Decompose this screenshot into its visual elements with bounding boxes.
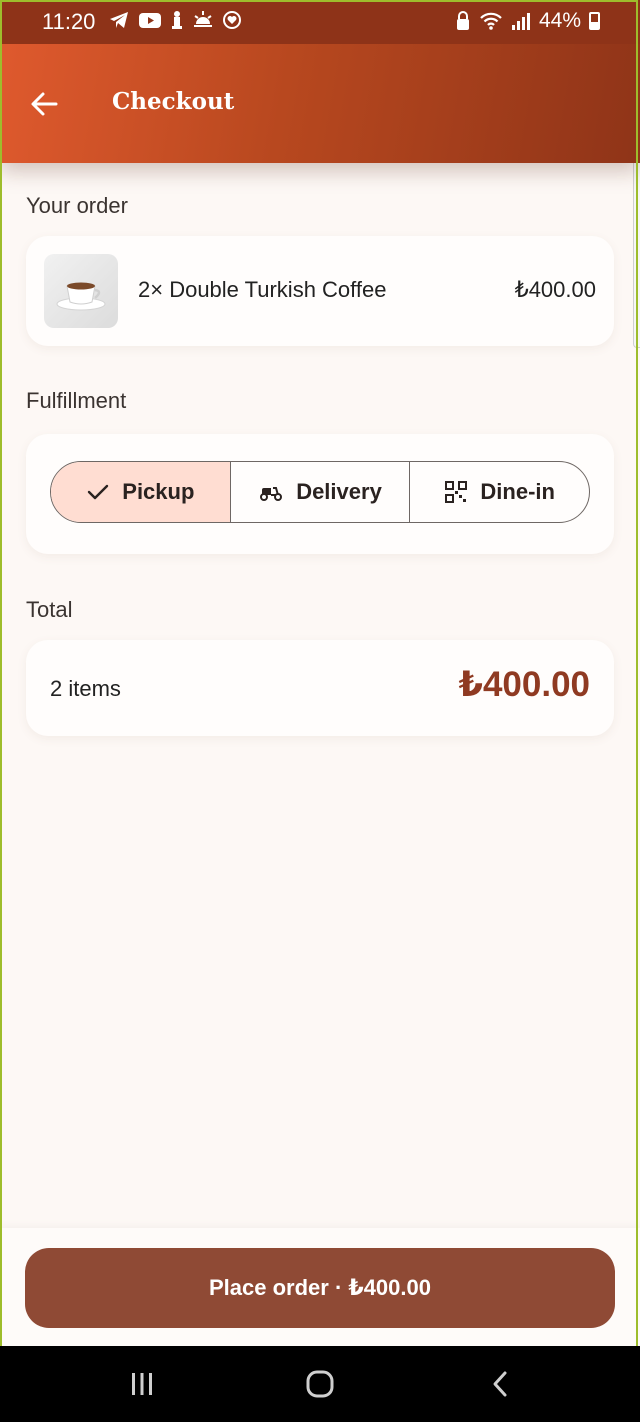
- arrow-left-icon: [31, 92, 58, 116]
- battery-percent: 44%: [538, 9, 581, 32]
- battery-icon: [589, 12, 600, 30]
- total-section-label: Total: [26, 597, 73, 622]
- qr-code-icon: [445, 481, 468, 503]
- wifi-icon: [480, 12, 502, 30]
- home-button[interactable]: [300, 1368, 340, 1400]
- status-time: 11:20: [42, 9, 96, 34]
- fulfillment-segmented-control: Pickup Delivery Dine-in: [50, 461, 590, 523]
- items-count: 2 items: [50, 676, 121, 701]
- pickup-label: Pickup: [122, 479, 195, 504]
- coffee-thumbnail: [44, 254, 118, 328]
- app-bar: 11:20 44% Checkout: [0, 0, 640, 163]
- bottom-action-bar: Place order · ₺400.00: [0, 1228, 640, 1346]
- order-item-card: 2× Double Turkish Coffee ₺400.00: [26, 236, 614, 346]
- page-title: Checkout: [112, 88, 235, 115]
- signal-icon: [511, 13, 530, 30]
- telegram-icon: [110, 12, 128, 28]
- order-section-label: Your order: [26, 193, 128, 218]
- youtube-icon: [139, 13, 161, 28]
- recents-icon: [132, 1373, 152, 1395]
- scooter-icon: [260, 487, 283, 501]
- scrollbar[interactable]: [633, 148, 640, 348]
- back-nav-button[interactable]: [480, 1368, 520, 1400]
- dine-in-label: Dine-in: [480, 479, 555, 504]
- total-amount: ₺400.00: [458, 665, 590, 704]
- coffee-cup-image: [56, 282, 106, 311]
- lock-icon: [456, 11, 469, 30]
- weather-icon: [194, 11, 212, 27]
- total-card: 2 items ₺400.00: [26, 640, 614, 736]
- order-item-price: ₺400.00: [514, 277, 596, 302]
- chevron-left-icon: [493, 1371, 507, 1397]
- status-system-icons: 44%: [455, 9, 600, 33]
- fulfillment-option-dine-in[interactable]: Dine-in: [409, 462, 589, 522]
- fulfillment-option-delivery[interactable]: Delivery: [229, 462, 410, 522]
- delivery-label: Delivery: [296, 479, 382, 504]
- system-navigation-bar: [0, 1346, 640, 1422]
- fulfillment-option-pickup[interactable]: Pickup: [51, 462, 230, 522]
- fulfillment-section-label: Fulfillment: [26, 388, 127, 413]
- recents-button[interactable]: [122, 1368, 162, 1400]
- heart-icon: [223, 11, 241, 29]
- check-icon: [88, 484, 109, 500]
- order-item-name: 2× Double Turkish Coffee: [138, 277, 387, 302]
- fulfillment-card: Pickup Delivery Dine-in: [26, 434, 614, 554]
- home-icon: [306, 1370, 334, 1398]
- back-button[interactable]: [22, 82, 66, 126]
- status-bar: 11:20 44%: [0, 0, 640, 44]
- status-notification-icons: [108, 10, 242, 30]
- place-order-button[interactable]: Place order · ₺400.00: [25, 1248, 615, 1328]
- chess-icon: [172, 11, 182, 29]
